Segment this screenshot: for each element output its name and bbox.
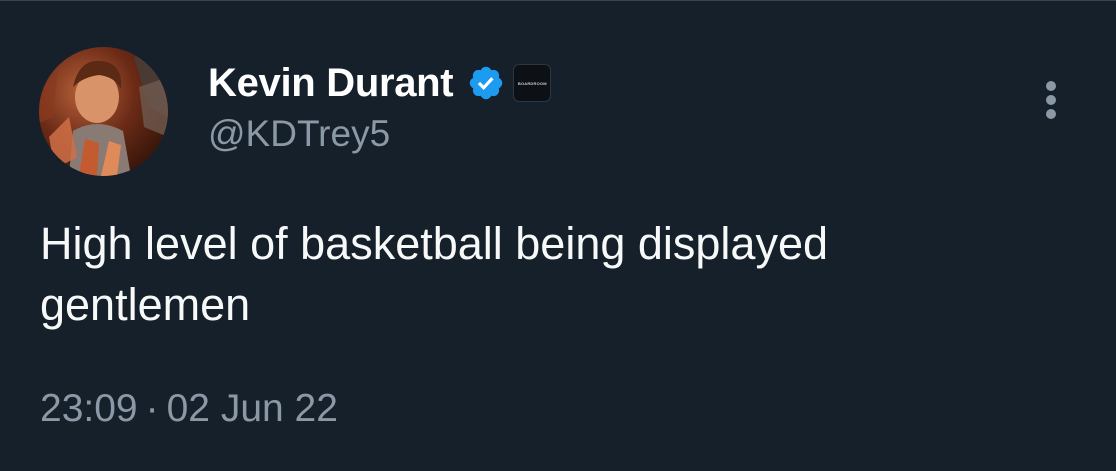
tweet-card[interactable]: Kevin Durant BOARDROOM @KDTrey5 High lev… xyxy=(0,0,1116,471)
author-avatar[interactable] xyxy=(39,47,168,176)
tweet-body: High level of basketball being displayed… xyxy=(40,213,1080,335)
tweet-date: 02 Jun 22 xyxy=(166,387,338,430)
tweet-text-line: gentlemen xyxy=(40,279,251,330)
tweet-text-line: High level of basketball being displayed xyxy=(40,218,829,269)
affiliate-badge[interactable]: BOARDROOM xyxy=(513,64,552,102)
more-options-icon xyxy=(1046,81,1056,119)
tweet-timestamp[interactable]: 23:09 · 02 Jun 22 xyxy=(40,387,338,431)
author-name-row: Kevin Durant BOARDROOM xyxy=(208,58,552,108)
avatar-image xyxy=(39,47,168,176)
author-display-name[interactable]: Kevin Durant xyxy=(208,61,454,106)
timestamp-separator: · xyxy=(145,387,159,430)
verified-badge-icon[interactable] xyxy=(467,64,505,102)
tweet-time: 23:09 xyxy=(40,387,138,430)
author-handle[interactable]: @KDTrey5 xyxy=(208,113,390,155)
affiliate-badge-label: BOARDROOM xyxy=(517,80,547,86)
more-options-button[interactable] xyxy=(1030,75,1072,125)
